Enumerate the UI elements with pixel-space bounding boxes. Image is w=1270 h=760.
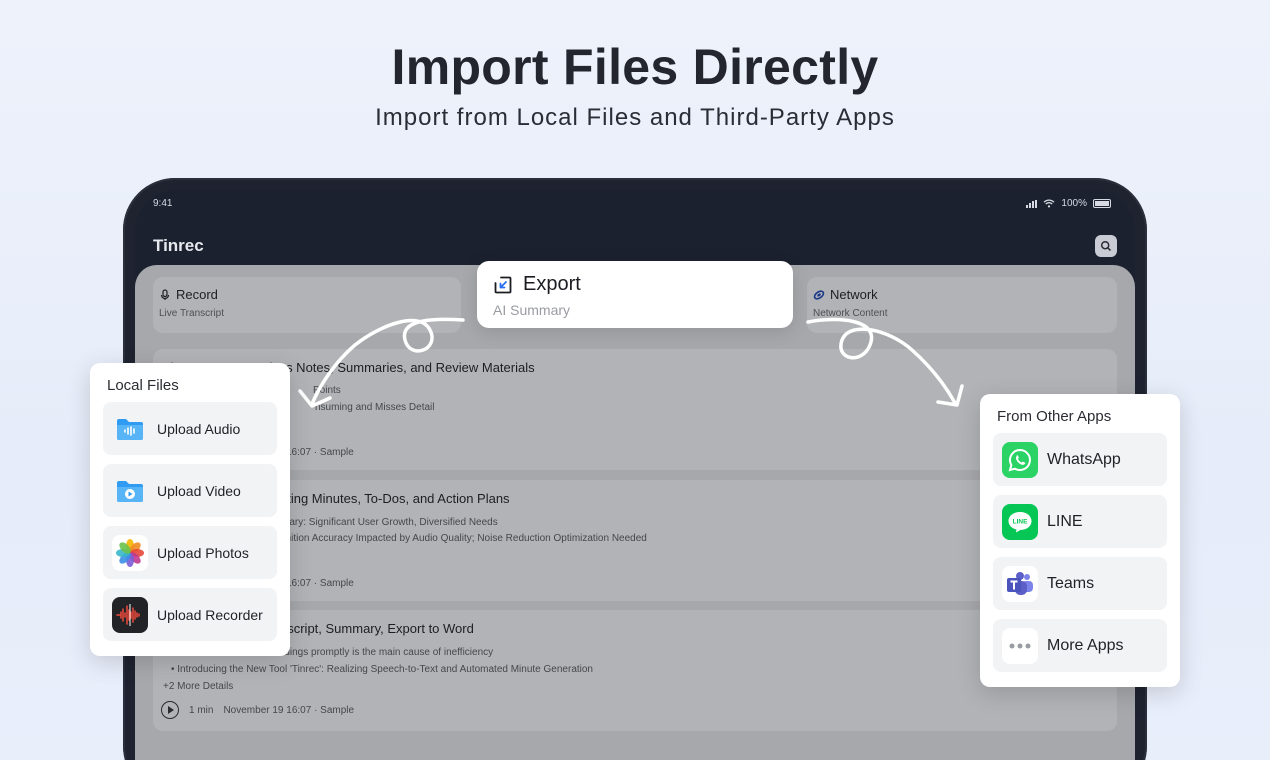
note-meta-text: November 19 16:07 · Sample: [223, 704, 355, 716]
export-sub: AI Summary: [493, 302, 571, 318]
microphone-icon: [160, 288, 170, 300]
whatsapp-button[interactable]: WhatsApp: [993, 433, 1167, 486]
note-line: gnition Accuracy Impacted by Audio Quali…: [280, 533, 647, 544]
upload-recorder-button[interactable]: Upload Recorder: [103, 588, 277, 641]
mode-record[interactable]: Record Live Transcript: [153, 277, 461, 333]
upload-photos-label: Upload Photos: [157, 544, 249, 561]
whatsapp-label: WhatsApp: [1047, 450, 1121, 468]
note-meta-text: 16:07 · Sample: [286, 578, 354, 589]
note-title: nscript, Summary, Export to Word: [280, 621, 474, 636]
svg-text:LINE: LINE: [1013, 518, 1028, 525]
mode-record-sub: Live Transcript: [159, 308, 225, 319]
hero-subtitle: Import from Local Files and Third-Party …: [375, 104, 895, 131]
search-icon: [1100, 240, 1112, 252]
upload-video-button[interactable]: Upload Video: [103, 464, 277, 517]
note-line: Points: [313, 385, 341, 396]
note-card[interactable]: Tinrec:Generate Class Notes, Summaries, …: [153, 349, 1117, 470]
note-meta: 1 min November 19 16:07 · Sample: [161, 701, 354, 719]
status-time: 9:41: [153, 198, 173, 209]
mode-record-label: Record: [176, 287, 218, 302]
note-line: mary: Significant User Growth, Diversifi…: [281, 517, 498, 528]
voice-recorder-icon: [112, 596, 148, 633]
note-card[interactable]: nscript, Summary, Export to Word rdings …: [153, 610, 1117, 731]
audio-folder-icon: [112, 411, 148, 447]
whatsapp-icon: [1002, 441, 1038, 478]
note-line: rdings promptly is the main cause of ine…: [281, 647, 494, 658]
export-card[interactable]: Export AI Summary: [477, 261, 793, 328]
hero-title: Import Files Directly: [391, 39, 879, 95]
other-apps-panel: From Other Apps WhatsApp LINE LINE Teams…: [980, 394, 1180, 687]
status-bar: 9:41 100%: [153, 198, 1117, 212]
photos-icon: [112, 534, 148, 571]
more-apps-button[interactable]: More Apps: [993, 619, 1167, 672]
line-button[interactable]: LINE LINE: [993, 495, 1167, 548]
note-line: nsuming and Misses Detail: [315, 402, 435, 413]
play-icon[interactable]: [161, 701, 179, 719]
upload-audio-label: Upload Audio: [157, 420, 241, 437]
mode-network[interactable]: Network Network Content: [807, 277, 1117, 333]
video-folder-icon: [112, 473, 148, 509]
upload-audio-button[interactable]: Upload Audio: [103, 402, 277, 455]
app-title: Tinrec: [153, 236, 204, 255]
export-label: Export: [523, 273, 581, 295]
mode-network-label: Network: [830, 287, 878, 302]
signal-icon: [1026, 199, 1038, 208]
note-meta: 16:07 · Sample: [286, 578, 354, 589]
note-line: • Introducing the New Tool 'Tinrec': Rea…: [171, 664, 593, 675]
teams-icon: [1002, 565, 1038, 602]
export-icon: [494, 276, 512, 293]
teams-label: Teams: [1047, 574, 1095, 592]
note-duration: 1 min: [189, 704, 214, 716]
note-meta-text: 16:07 · Sample: [286, 447, 354, 458]
upload-recorder-label: Upload Recorder: [157, 606, 263, 623]
battery-icon: [1093, 199, 1111, 208]
upload-video-label: Upload Video: [157, 482, 241, 499]
teams-button[interactable]: Teams: [993, 557, 1167, 610]
note-card[interactable]: eting Minutes, To-Dos, and Action Plans …: [153, 480, 1117, 601]
line-icon: LINE: [1002, 503, 1038, 540]
note-line: +2 More Details: [163, 681, 234, 692]
mode-network-sub: Network Content: [813, 308, 888, 319]
link-icon: [813, 289, 825, 300]
more-apps-label: More Apps: [1047, 636, 1124, 654]
more-icon: [1002, 627, 1038, 664]
upload-photos-button[interactable]: Upload Photos: [103, 526, 277, 579]
search-button[interactable]: [1095, 235, 1117, 257]
local-files-title: Local Files: [107, 377, 179, 394]
other-apps-title: From Other Apps: [997, 408, 1112, 425]
status-indicators: 100%: [1026, 198, 1111, 209]
line-label: LINE: [1047, 512, 1083, 530]
local-files-panel: Local Files Upload Audio Upload Video Up…: [90, 363, 290, 656]
note-title: eting Minutes, To-Dos, and Action Plans: [280, 491, 510, 506]
wifi-icon: [1043, 199, 1055, 208]
battery-percent: 100%: [1061, 198, 1087, 209]
note-meta: 16:07 · Sample: [286, 447, 354, 458]
